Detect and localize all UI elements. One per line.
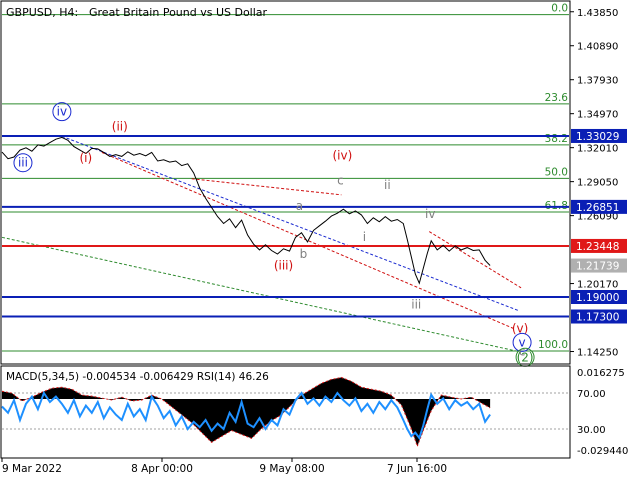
- wave-label: iv: [57, 105, 67, 119]
- chart-canvas: 0.023.638.250.061.8100.0 iviii(i)(ii)(ii…: [0, 0, 640, 480]
- fib-level-label: 23.6: [545, 92, 569, 104]
- wave-label: (iii): [274, 258, 293, 272]
- level-price-tag: 1.26851: [576, 202, 619, 214]
- indicator-label: MACD(5,34,5) -0.004534 -0.006429 RSI(14)…: [6, 371, 269, 383]
- indicator-axis-label: 70.00: [577, 389, 606, 400]
- level-price-tag: 1.17300: [576, 312, 619, 324]
- indicator-axis-label: 0.016275: [577, 368, 625, 379]
- price-axis-label: 1.32010: [577, 144, 618, 155]
- time-axis-label: 9 Mar 2022: [2, 463, 62, 475]
- price-axis-label: 1.40890: [577, 42, 618, 53]
- wave-label: (iv): [332, 148, 352, 162]
- wave-label: iii: [411, 297, 421, 311]
- time-axis-label: 8 Apr 00:00: [131, 463, 193, 475]
- price-axis-label: 1.20170: [577, 280, 618, 291]
- time-axis-label: 7 Jun 16:00: [387, 463, 447, 475]
- chart-background: [0, 0, 640, 480]
- level-price-tag: 1.19000: [576, 292, 619, 304]
- price-axis-label: 1.29050: [577, 178, 618, 189]
- current-price-tag: 1.21739: [576, 261, 619, 273]
- wave-label: (2): [517, 350, 534, 364]
- wave-label: (i): [80, 151, 93, 165]
- wave-label: (ii): [112, 120, 128, 134]
- indicator-axis-label: -0.029440: [577, 446, 628, 457]
- wave-label: ii: [384, 178, 391, 192]
- fib-level-label: 38.2: [545, 133, 568, 145]
- price-axis-label: 1.14250: [577, 348, 618, 359]
- price-axis-label: 1.37930: [577, 76, 618, 87]
- fib-level-label: 0.0: [551, 3, 568, 15]
- price-axis-label: 1.34970: [577, 110, 618, 121]
- price-axis-label: 1.43850: [577, 8, 618, 19]
- chart-description: Great Britain Pound vs US Dollar: [89, 6, 268, 19]
- time-axis-label: 9 May 08:00: [259, 463, 324, 475]
- chart-symbol: GBPUSD, H4:: [6, 6, 78, 19]
- level-price-tag: 1.33029: [576, 131, 619, 143]
- fib-level-label: 50.0: [545, 166, 568, 178]
- wave-label: iv: [425, 207, 435, 221]
- wave-label: i: [363, 230, 366, 244]
- level-price-tag: 1.23448: [576, 241, 619, 253]
- wave-label: iii: [18, 156, 28, 170]
- indicator-axis-label: 30.00: [577, 425, 606, 436]
- wave-label: c: [337, 174, 344, 188]
- wave-label: a: [296, 199, 303, 213]
- wave-label: b: [300, 247, 308, 261]
- fib-level-label: 100.0: [538, 339, 568, 351]
